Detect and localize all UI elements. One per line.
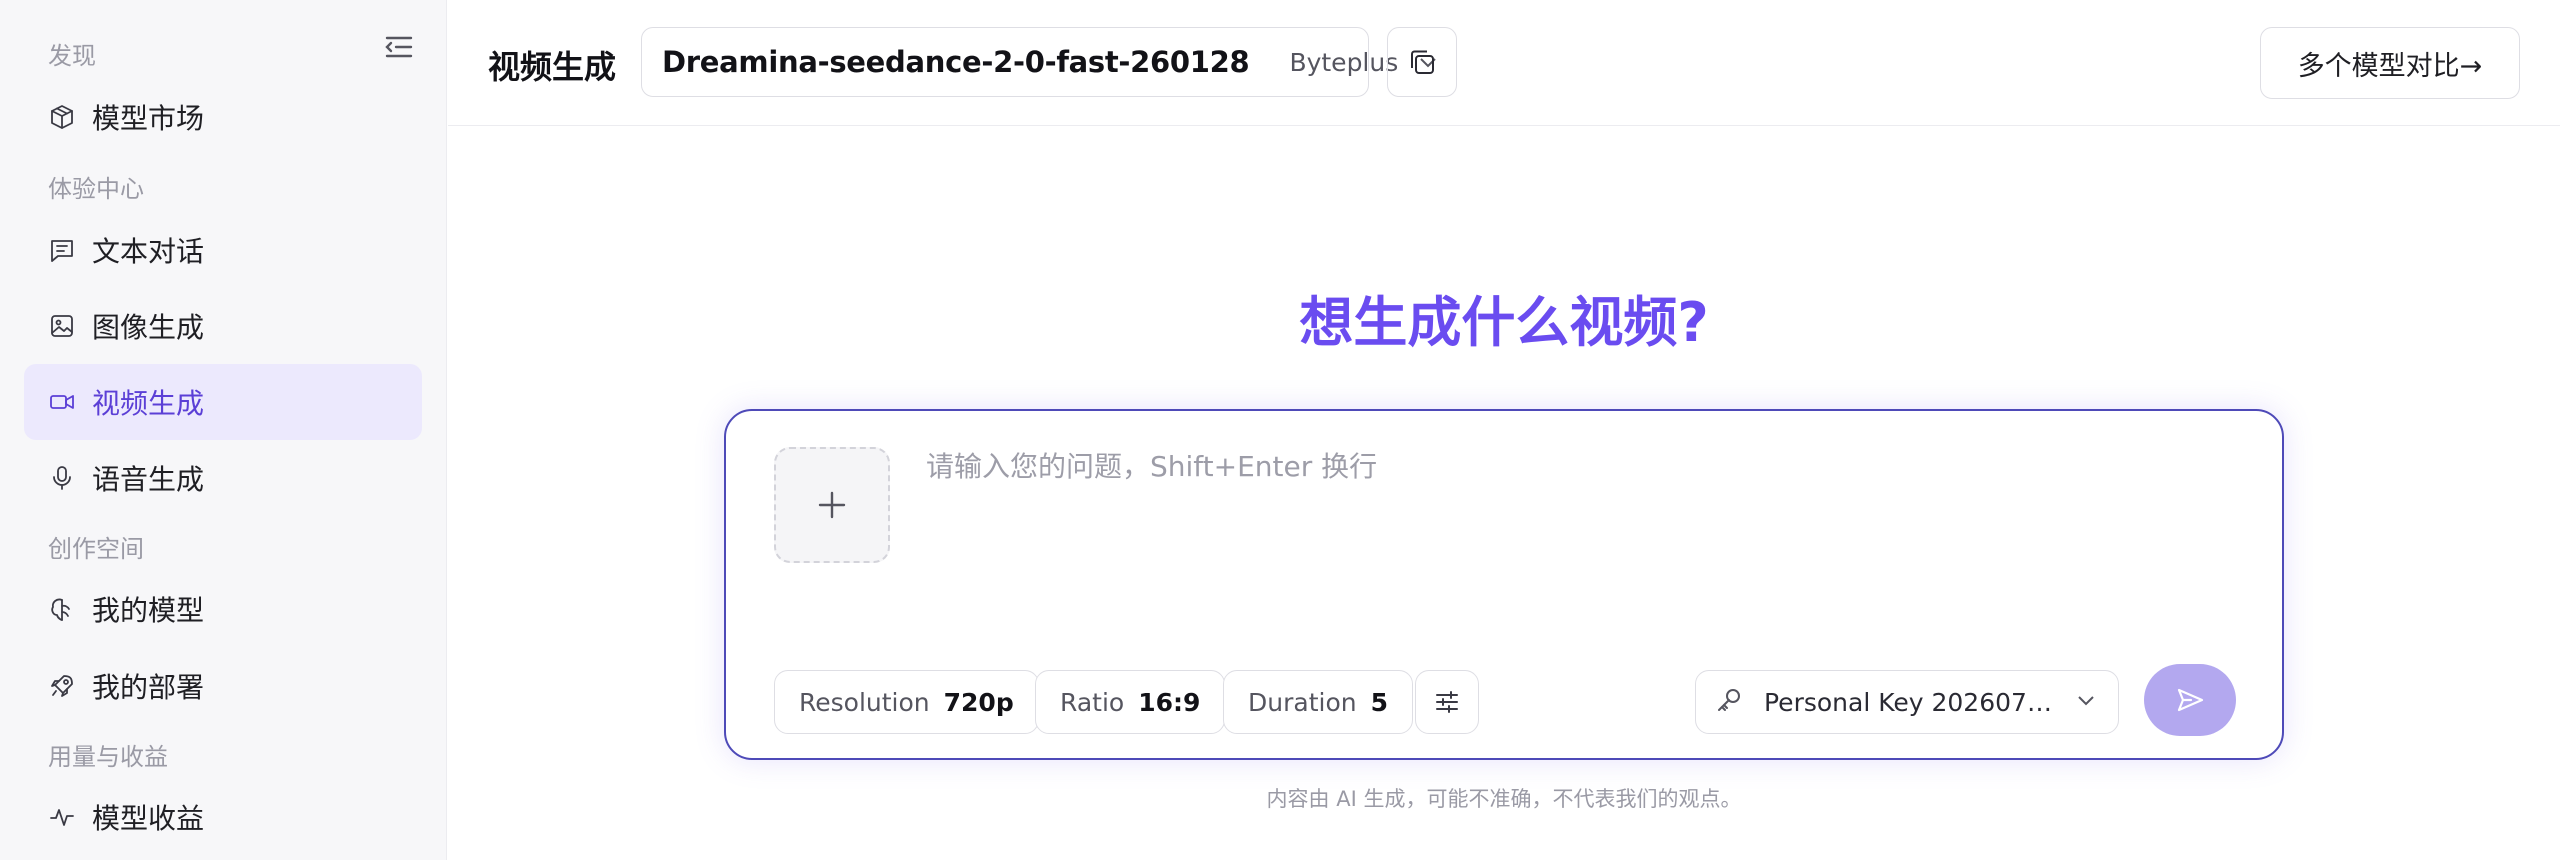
- video-camera-icon: [48, 388, 76, 416]
- sidebar-item-label: 我的部署: [92, 671, 205, 704]
- pulse-icon: [48, 803, 76, 831]
- section-usage: 用量与收益: [48, 743, 168, 771]
- disclaimer-text: 内容由 AI 生成，可能不准确，不代表我们的观点。: [1266, 787, 1742, 811]
- sidebar-item-label: 视频生成: [92, 387, 205, 420]
- sliders-icon: [1436, 691, 1458, 713]
- resolution-label: Resolution: [799, 687, 930, 717]
- rocket-icon: [48, 672, 76, 700]
- plus-icon: [818, 491, 846, 519]
- section-experience: 体验中心: [48, 175, 144, 203]
- sidebar-item-image-gen[interactable]: 图像生成: [24, 288, 422, 364]
- copy-button[interactable]: [1387, 27, 1457, 97]
- sidebar-item-label: 文本对话: [92, 235, 205, 268]
- sidebar-item-my-models[interactable]: 我的模型: [24, 571, 422, 647]
- api-key-selector[interactable]: Personal Key 20260703...: [1695, 670, 2119, 734]
- chat-icon: [48, 236, 76, 264]
- cube-box-icon: [48, 103, 76, 131]
- brain-icon: [48, 595, 76, 623]
- key-icon: [1714, 685, 1744, 719]
- sidebar-item-text-chat[interactable]: 文本对话: [24, 212, 422, 288]
- sidebar-item-label: 图像生成: [92, 311, 205, 344]
- duration-value: 5: [1370, 687, 1388, 717]
- model-name: Dreamina-seedance-2-0-fast-260128: [662, 45, 1250, 79]
- sidebar: 发现 模型市场 体验中心 文本对话 图像生成 视频生成 语音生成 创作空间 我的…: [0, 0, 447, 860]
- sidebar-item-model-market[interactable]: 模型市场: [24, 79, 422, 155]
- model-provider: Byteplus: [1289, 47, 1399, 77]
- ratio-chip[interactable]: Ratio 16:9: [1035, 670, 1226, 734]
- ratio-label: Ratio: [1060, 687, 1125, 717]
- microphone-icon: [48, 464, 76, 492]
- chevron-down-icon: [2074, 688, 2098, 716]
- sidebar-item-audio-gen[interactable]: 语音生成: [24, 440, 422, 516]
- upload-button[interactable]: [774, 447, 890, 563]
- resolution-chip[interactable]: Resolution 720p: [774, 670, 1039, 734]
- duration-chip[interactable]: Duration 5: [1223, 670, 1413, 734]
- prompt-input[interactable]: [926, 445, 2226, 535]
- sidebar-item-model-revenue[interactable]: 模型收益: [24, 779, 422, 855]
- compare-models-button[interactable]: 多个模型对比→: [2260, 27, 2520, 99]
- send-icon: [2177, 688, 2204, 712]
- sidebar-item-video-gen[interactable]: 视频生成: [24, 364, 422, 440]
- prompt-composer: Resolution 720p Ratio 16:9 Duration 5 Pe…: [724, 409, 2284, 760]
- collapse-sidebar-icon[interactable]: [382, 30, 416, 64]
- sidebar-item-label: 模型收益: [92, 802, 205, 835]
- settings-button[interactable]: [1415, 670, 1479, 734]
- sidebar-item-label: 模型市场: [92, 102, 205, 135]
- app-root: 发现 模型市场 体验中心 文本对话 图像生成 视频生成 语音生成 创作空间 我的…: [0, 0, 2560, 860]
- send-button[interactable]: [2144, 664, 2236, 736]
- image-icon: [48, 312, 76, 340]
- ratio-value: 16:9: [1138, 687, 1201, 717]
- sidebar-item-label: 我的模型: [92, 594, 205, 627]
- section-discover: 发现: [48, 42, 96, 70]
- resolution-value: 720p: [943, 687, 1014, 717]
- section-create: 创作空间: [48, 535, 144, 563]
- model-selector[interactable]: Dreamina-seedance-2-0-fast-260128 Bytepl…: [641, 27, 1436, 97]
- page-title: 视频生成: [488, 48, 617, 86]
- copy-icon: [1411, 50, 1434, 74]
- sidebar-item-my-deploy[interactable]: 我的部署: [24, 648, 422, 724]
- top-bar: 视频生成 Dreamina-seedance-2-0-fast-260128 B…: [448, 0, 2560, 126]
- api-key-value: Personal Key 20260703...: [1764, 687, 2064, 717]
- hero-heading: 想生成什么视频?: [1299, 291, 1709, 354]
- sidebar-item-label: 语音生成: [92, 463, 205, 496]
- duration-label: Duration: [1248, 687, 1357, 717]
